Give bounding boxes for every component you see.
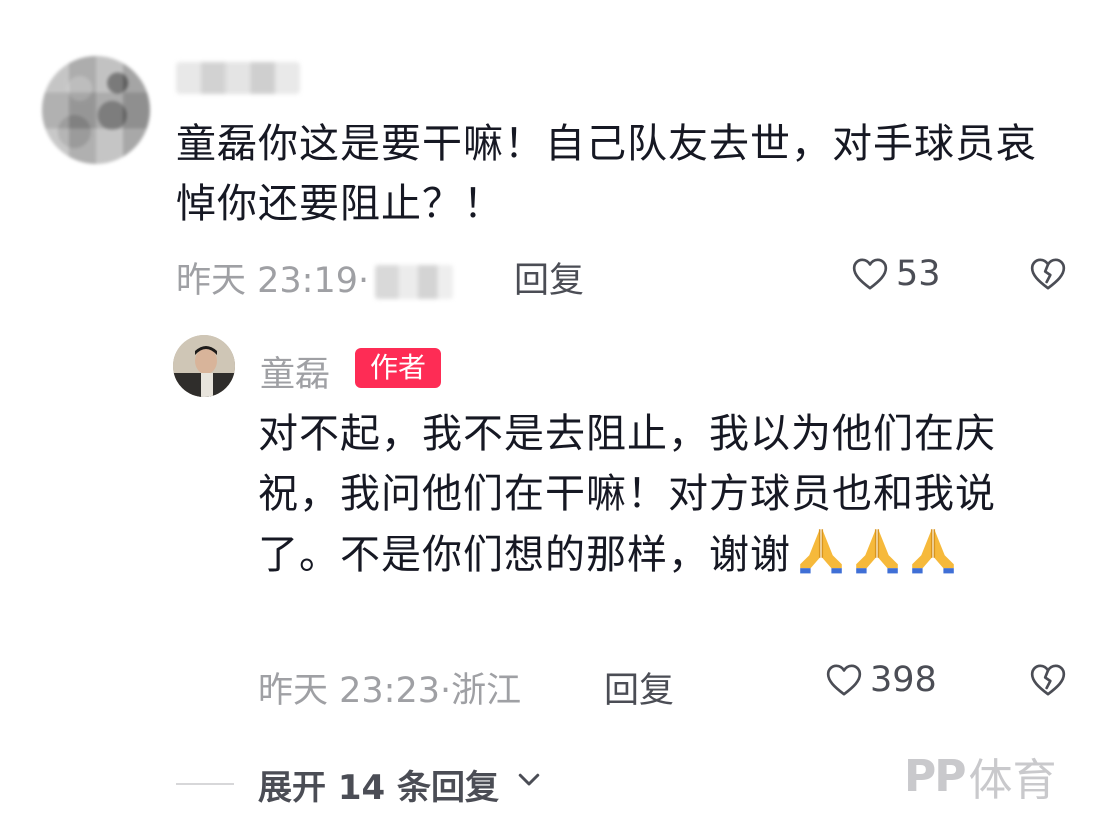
expand-divider	[176, 783, 234, 785]
watermark-logo: PP	[904, 750, 966, 802]
author-name[interactable]: 童磊	[260, 346, 330, 397]
reply-like-count: 398	[870, 660, 937, 700]
author-badge: 作者	[355, 348, 441, 388]
comment-text: 童磊你这是要干嘛！自己队友去世，对手球员哀悼你还要阻止？！	[176, 121, 1037, 227]
reply-time: 昨天 23:23·浙江	[258, 671, 522, 711]
broken-heart-icon	[1030, 664, 1066, 696]
comment-meta: 昨天 23:19·	[176, 252, 454, 303]
author-photo-icon	[173, 335, 235, 397]
author-avatar[interactable]	[173, 335, 235, 397]
heart-icon	[852, 258, 888, 290]
comment-reply-button[interactable]: 回复	[514, 252, 584, 303]
broken-heart-icon	[1030, 258, 1066, 290]
comment-location	[375, 265, 454, 299]
comment-dislike-button[interactable]	[1028, 254, 1068, 298]
heart-icon	[826, 664, 862, 696]
reply-text-block: 对不起，我不是去阻止，我以为他们在庆祝，我问他们在干嘛！对方球员也和我说了。不是…	[258, 404, 1058, 585]
folded-hands-icon	[912, 529, 954, 574]
commenter-avatar[interactable]	[42, 56, 150, 164]
comment-time: 昨天 23:19·	[176, 261, 370, 301]
expand-replies-button[interactable]: 展开 14 条回复	[258, 760, 499, 809]
reply-like-button[interactable]: 398	[824, 660, 937, 700]
folded-hands-icon	[856, 529, 898, 574]
chevron-down-icon[interactable]	[514, 764, 544, 798]
comment-like-button[interactable]: 53	[850, 254, 941, 294]
reply-reply-button[interactable]: 回复	[604, 662, 674, 713]
watermark-text: 体育	[968, 755, 1057, 806]
reply-dislike-button[interactable]	[1028, 660, 1068, 704]
commenter-username[interactable]	[176, 62, 300, 94]
comment-like-count: 53	[896, 254, 941, 294]
pp-sports-watermark: PP 体育	[904, 744, 1057, 808]
folded-hands-icon	[800, 529, 842, 574]
